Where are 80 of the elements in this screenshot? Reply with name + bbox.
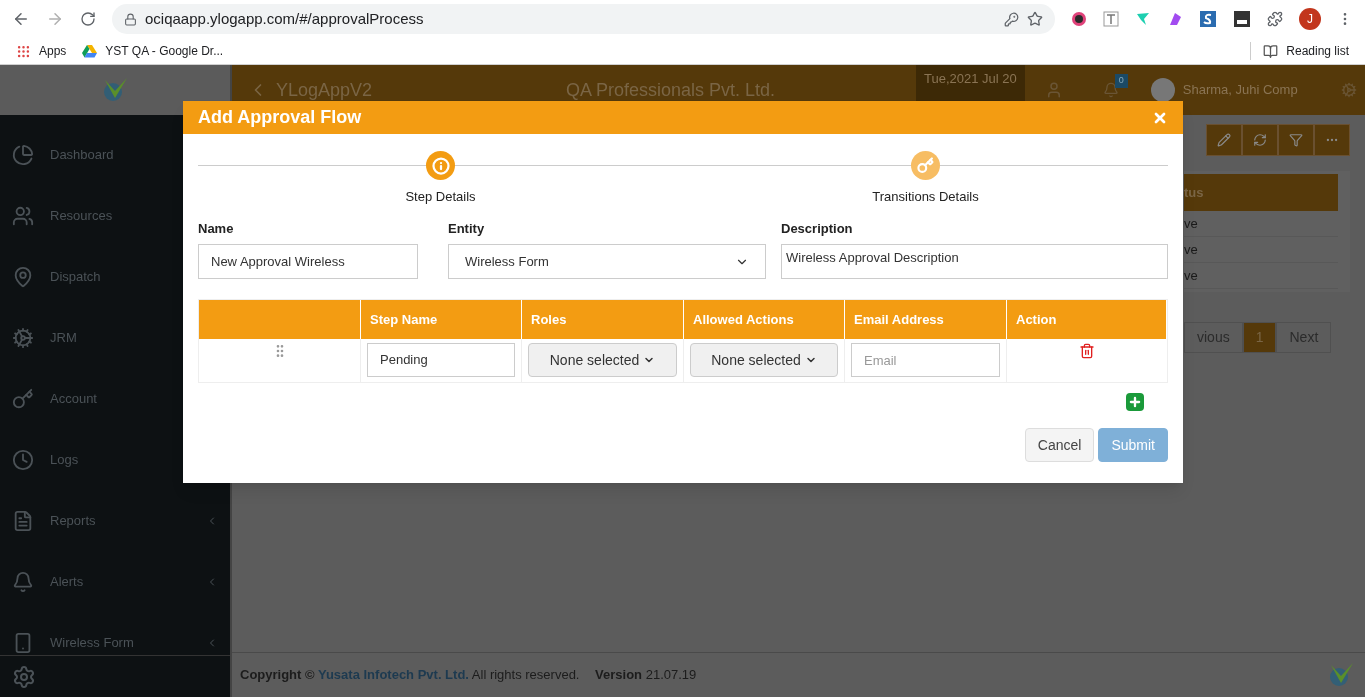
name-field[interactable]: New Approval Wireless: [198, 244, 418, 279]
page-button[interactable]: 1: [1242, 322, 1277, 353]
trash-icon[interactable]: [1079, 343, 1095, 359]
entity-dropdown[interactable]: Wireless Form: [448, 244, 766, 279]
reading-list-icon: [1263, 43, 1279, 59]
lock-icon: [124, 12, 137, 26]
sidebar-item[interactable]: Alerts: [0, 551, 230, 612]
column-header: Action: [1007, 300, 1167, 339]
company-link[interactable]: Yusata Infotech Pvt. Ltd.: [317, 667, 469, 683]
step-indicator[interactable]: [911, 151, 940, 180]
column-header: Email Address: [845, 300, 1007, 339]
copyright-text: Copyright © Yusata Infotech Pvt. Ltd. All rights reserved. Version 21.07.19: [240, 666, 698, 685]
address-bar[interactable]: ociqaapp.ylogapp.com/#/approvalProcess: [112, 4, 1055, 34]
refresh-icon: [1253, 133, 1267, 147]
sidebar-item[interactable]: JRM: [0, 307, 230, 368]
table-header: tus: [1184, 174, 1338, 211]
key-icon: [917, 157, 934, 174]
field-label: Name: [198, 219, 235, 238]
email-field[interactable]: Email: [851, 343, 1000, 377]
info-icon: [431, 156, 450, 175]
pie-chart-icon: [12, 143, 34, 166]
roles-dropdown[interactable]: None selected: [528, 343, 677, 377]
avatar: [1150, 78, 1175, 102]
pencil-icon: [1217, 133, 1231, 147]
bookmark[interactable]: Apps: [16, 42, 67, 60]
user-name[interactable]: Sharma, Juhi Comp: [1182, 80, 1333, 100]
step-name-field[interactable]: Pending: [367, 343, 515, 377]
users-icon: [12, 204, 34, 227]
cancel-button[interactable]: Cancel: [1024, 428, 1095, 462]
sidebar-item[interactable]: Logs: [0, 429, 230, 490]
document-icon: [12, 509, 34, 532]
step-indicator[interactable]: [426, 151, 455, 180]
company-name: QA Professionals Pvt. Ltd.: [566, 78, 777, 102]
key-icon[interactable]: [1004, 11, 1019, 27]
sidebar-item[interactable]: Account: [0, 368, 230, 429]
drive-icon: [82, 44, 98, 58]
reading-list[interactable]: Reading list: [1250, 42, 1349, 60]
bell-icon: [12, 570, 34, 593]
table-cell: ve: [1184, 237, 1338, 263]
add-row-button[interactable]: [1126, 393, 1144, 411]
apps-grid-icon: [16, 43, 31, 59]
app-title: YLogAppV2: [276, 78, 374, 102]
date-text: Tue,2021 Jul 20: [924, 70, 1017, 88]
field-label: Description: [781, 219, 854, 238]
bookmark[interactable]: YST QA - Google Dr...: [82, 42, 224, 60]
star-icon[interactable]: [1027, 11, 1043, 27]
profile-avatar[interactable]: J: [1299, 8, 1321, 30]
extension-icon[interactable]: [1233, 10, 1251, 28]
column-header: Roles: [522, 300, 684, 339]
bell-icon[interactable]: [1102, 82, 1119, 98]
settings-icon[interactable]: [12, 664, 36, 689]
table-cell: ve: [1184, 263, 1338, 289]
column-header: Allowed Actions: [684, 300, 845, 339]
back-icon[interactable]: [12, 10, 30, 28]
sidebar-item[interactable]: Wireless Form: [0, 612, 230, 655]
toolbar-button[interactable]: [1278, 124, 1314, 156]
extension-icon[interactable]: [1071, 11, 1087, 27]
toolbar-button[interactable]: [1314, 124, 1350, 156]
forward-icon[interactable]: [46, 10, 64, 28]
sidebar-item[interactable]: Reports: [0, 490, 230, 551]
settings-icon[interactable]: [1340, 82, 1357, 98]
gear-icon: [12, 326, 34, 349]
step-label: Transitions Details: [872, 188, 979, 206]
notification-badge: 0: [1114, 74, 1128, 88]
column-header: Step Name: [361, 300, 522, 339]
reload-icon[interactable]: [80, 11, 96, 27]
plus-icon: [1128, 395, 1142, 409]
field-label: Entity: [448, 219, 486, 238]
description-field[interactable]: Wireless Approval Description: [781, 244, 1168, 279]
url-text: ociqaapp.ylogapp.com/#/approvalProcess: [145, 8, 425, 29]
key-icon: [12, 387, 34, 410]
table-cell: ve: [1184, 211, 1338, 237]
toolbar-button[interactable]: [1206, 124, 1242, 156]
puzzle-icon[interactable]: [1267, 11, 1283, 27]
clock-icon: [12, 448, 34, 471]
map-pin-icon: [12, 265, 34, 288]
toolbar-button[interactable]: [1242, 124, 1278, 156]
step-label: Step Details: [405, 188, 476, 206]
actions-dropdown[interactable]: None selected: [690, 343, 838, 377]
filter-icon: [1289, 133, 1303, 147]
